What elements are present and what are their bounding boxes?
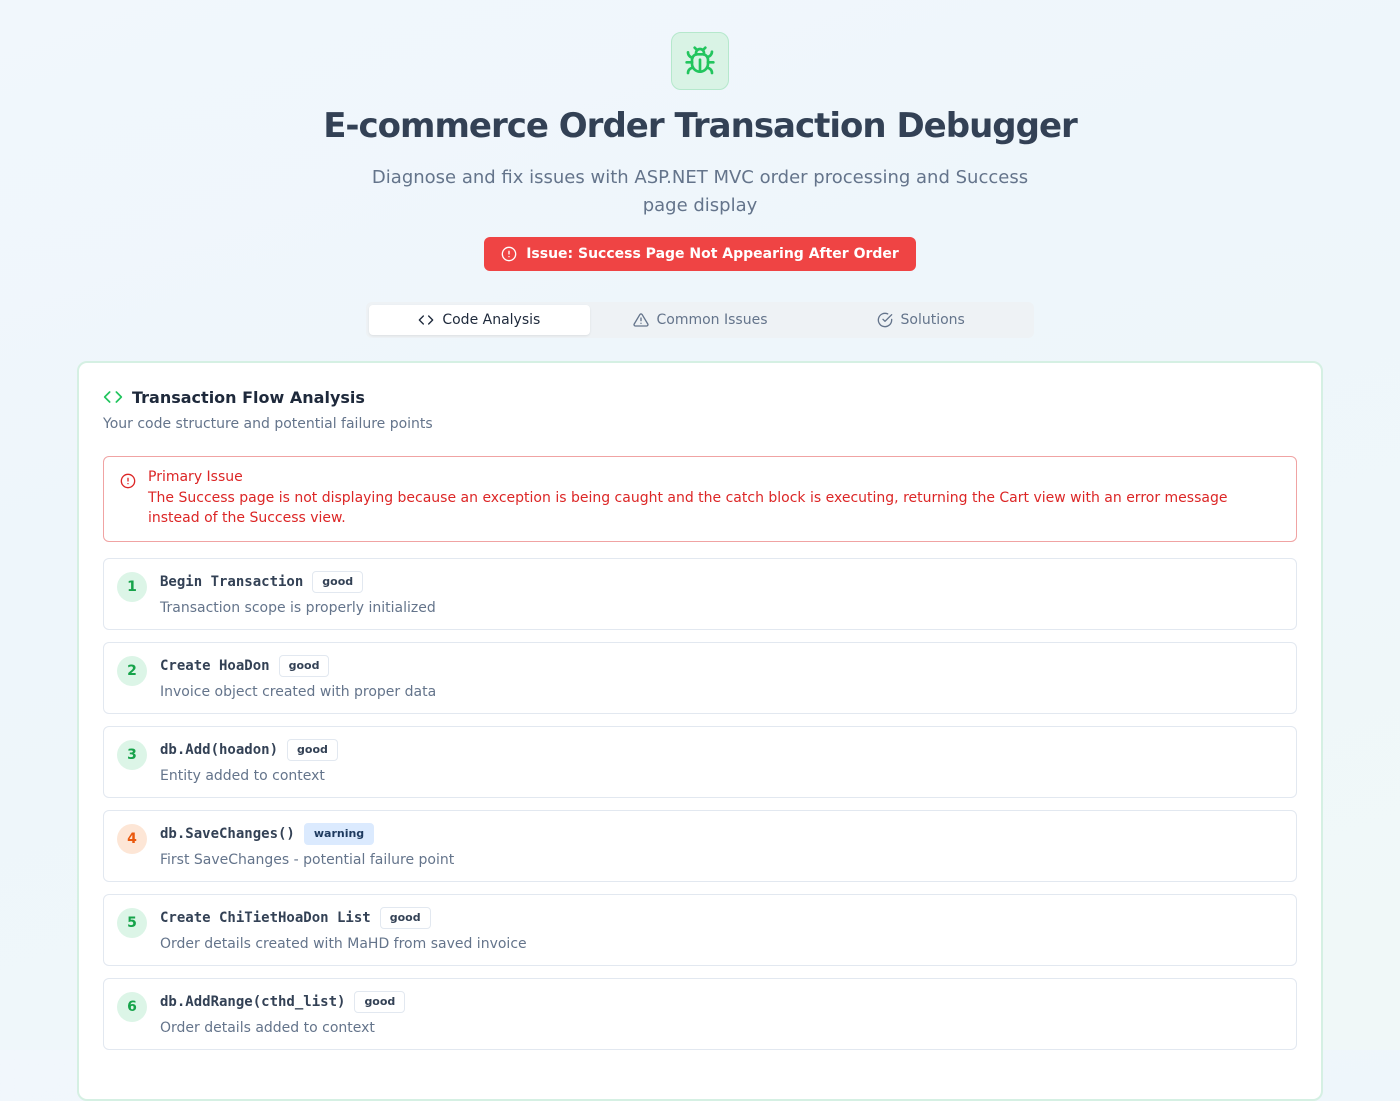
bug-icon [685, 46, 715, 75]
tab-label: Common Issues [656, 312, 768, 328]
check-circle-icon [877, 312, 892, 328]
step-item: 4 db.SaveChanges() warning First SaveCha… [103, 810, 1297, 882]
step-list: 1 Begin Transaction good Transaction sco… [103, 558, 1297, 1050]
card-title: Transaction Flow Analysis [132, 387, 365, 407]
status-badge: warning [303, 823, 375, 845]
tab-common-issues[interactable]: Common Issues [590, 305, 811, 335]
warning-triangle-icon [632, 313, 649, 327]
step-code: Begin Transaction [160, 574, 304, 590]
step-description: Invoice object created with proper data [160, 684, 437, 700]
primary-issue-alert: Primary Issue The Success page is not di… [103, 456, 1297, 542]
step-code: Create ChiTietHoaDon List [160, 910, 371, 926]
code-icon [419, 315, 434, 325]
tab-solutions[interactable]: Solutions [810, 305, 1031, 335]
step-description: Transaction scope is properly initialize… [160, 600, 436, 616]
step-number: 4 [117, 824, 147, 854]
status-badge: good [287, 739, 338, 761]
issue-badge-label: Issue: Success Page Not Appearing After … [526, 246, 899, 262]
status-badge: good [354, 991, 406, 1013]
status-badge: good [278, 655, 330, 677]
step-description: Order details created with MaHD from sav… [160, 936, 527, 952]
tab-code-analysis[interactable]: Code Analysis [369, 305, 590, 335]
tab-label: Solutions [900, 312, 965, 328]
card-header: Transaction Flow Analysis [103, 387, 1297, 407]
step-number: 1 [117, 572, 147, 602]
alert-circle-icon [501, 246, 517, 262]
step-description: Order details added to context [160, 1020, 375, 1036]
step-code: db.SaveChanges() [160, 826, 295, 842]
step-item: 1 Begin Transaction good Transaction sco… [103, 558, 1297, 630]
step-item: 3 db.Add(hoadon) good Entity added to co… [103, 726, 1297, 798]
step-code: Create HoaDon [160, 658, 270, 674]
step-code: db.AddRange(cthd_list) [160, 994, 346, 1010]
page-title: E-commerce Order Transaction Debugger [323, 106, 1078, 146]
step-item: 5 Create ChiTietHoaDon List good Order d… [103, 894, 1297, 966]
step-number: 5 [117, 908, 147, 938]
step-number: 3 [117, 740, 147, 770]
step-number: 6 [117, 992, 147, 1022]
alert-text: The Success page is not displaying becau… [148, 490, 1228, 526]
step-description: First SaveChanges - potential failure po… [160, 852, 455, 868]
step-code: db.Add(hoadon) [160, 742, 279, 758]
status-badge: good [312, 571, 364, 593]
logo [671, 32, 729, 90]
page-header: E-commerce Order Transaction Debugger Di… [0, 0, 1400, 338]
issue-badge: Issue: Success Page Not Appearing After … [484, 237, 916, 271]
alert-circle-icon [120, 473, 136, 489]
alert-title: Primary Issue [148, 469, 243, 485]
step-number: 2 [117, 656, 147, 686]
code-icon [103, 391, 123, 403]
tab-label: Code Analysis [442, 312, 541, 328]
transaction-flow-card: Transaction Flow Analysis Your code stru… [77, 361, 1323, 1101]
step-item: 6 db.AddRange(cthd_list) good Order deta… [103, 978, 1297, 1050]
step-description: Entity added to context [160, 768, 325, 784]
card-description: Your code structure and potential failur… [103, 416, 433, 432]
page-subtitle: Diagnose and fix issues with ASP.NET MVC… [371, 167, 1029, 216]
status-badge: good [379, 907, 431, 929]
tab-bar: Code Analysis Common Issues Solutions [366, 302, 1034, 338]
step-item: 2 Create HoaDon good Invoice object crea… [103, 642, 1297, 714]
